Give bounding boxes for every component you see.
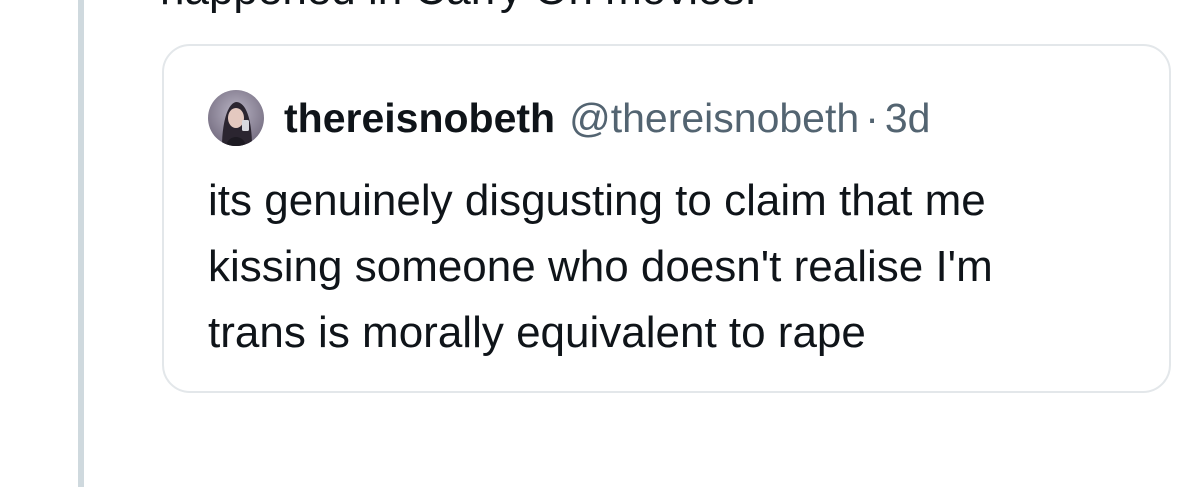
quoted-tweet-header: thereisnobeth @thereisnobeth · 3d	[208, 90, 930, 146]
thread-connector-line	[78, 0, 84, 487]
tweet-timestamp[interactable]: 3d	[885, 95, 931, 142]
parent-tweet-text-clip: happened in Carry On movies.	[160, 0, 1160, 16]
parent-tweet-text: happened in Carry On movies.	[160, 0, 757, 16]
quoted-tweet-body: its genuinely disgusting to claim that m…	[208, 168, 1148, 366]
avatar[interactable]	[208, 90, 264, 146]
quoted-tweet-card[interactable]: thereisnobeth @thereisnobeth · 3d its ge…	[162, 44, 1171, 393]
user-handle[interactable]: @thereisnobeth	[569, 95, 859, 142]
body-line: kissing someone who doesn't realise I'm	[208, 242, 993, 291]
separator-dot: ·	[865, 94, 879, 141]
user-avatar-photo-icon	[208, 90, 264, 146]
display-name[interactable]: thereisnobeth	[284, 95, 555, 142]
body-line: its genuinely disgusting to claim that m…	[208, 176, 986, 225]
body-line: trans is morally equivalent to rape	[208, 308, 866, 357]
tweet-detail-view: happened in Carry On movies.	[0, 0, 1200, 487]
